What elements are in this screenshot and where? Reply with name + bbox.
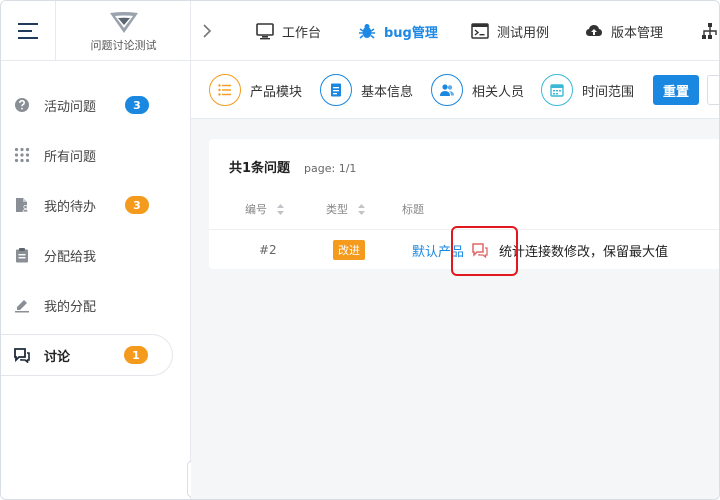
main-content: 产品模块 基本信息 相关人员 时间范围 重置 共1条问题 page: 1/1 编… (191, 61, 719, 499)
nav-bug-label: bug管理 (384, 25, 438, 41)
nav-workbench[interactable]: 工作台 (256, 1, 321, 61)
filter-time-range[interactable]: 时间范围 (541, 73, 634, 107)
page-indicator: page: 1/1 (304, 162, 357, 175)
column-label: 类型 (326, 203, 348, 216)
nav-version-label: 版本管理 (611, 25, 664, 41)
reset-button[interactable]: 重置 (653, 75, 699, 105)
clipboard-icon (13, 246, 31, 264)
chat-icon (472, 243, 488, 258)
sidebar-item-my-assignments[interactable]: 我的分配 (1, 284, 173, 326)
list-summary: 共1条问题 page: 1/1 (229, 157, 356, 176)
nav-test-cases-label: 测试用例 (497, 25, 550, 41)
filter-label: 产品模块 (250, 84, 303, 100)
filter-label: 时间范围 (582, 84, 635, 100)
people-icon (431, 74, 463, 106)
type-tag: 改进 (333, 240, 365, 260)
issue-product-cell: 默认产品 (412, 230, 464, 270)
terminal-icon (471, 23, 489, 39)
product-link[interactable]: 默认产品 (412, 241, 464, 260)
file-user-icon (13, 196, 31, 214)
nav-bug-management[interactable]: bug管理 (358, 1, 438, 61)
document-icon (320, 74, 352, 106)
nav-more[interactable] (701, 1, 719, 61)
filter-related-people[interactable]: 相关人员 (431, 73, 524, 107)
bug-icon (359, 24, 375, 39)
issue-type-cell: 改进 (333, 230, 365, 270)
sort-icon (358, 203, 365, 215)
issue-title-link[interactable]: 统计连接数修改，保留最大值 (499, 241, 668, 260)
monitor-icon (256, 23, 274, 40)
hamburger-icon (18, 23, 38, 39)
nav-scroll-button[interactable] (191, 1, 223, 61)
sitemap-icon (702, 23, 717, 39)
sidebar-item-label: 我的分配 (44, 299, 97, 315)
sidebar-item-label: 活动问题 (44, 99, 97, 115)
sidebar-item-assigned-to-me[interactable]: 分配给我 (1, 234, 173, 276)
filter-label: 基本信息 (361, 84, 414, 100)
nav-workbench-label: 工作台 (282, 25, 322, 41)
sidebar-item-active-issues[interactable]: 活动问题 3 (1, 84, 173, 126)
issue-id: #2 (259, 243, 277, 257)
issue-count: 共1条问题 (229, 161, 291, 176)
filter-product-module[interactable]: 产品模块 (209, 73, 302, 107)
more-options-button[interactable] (707, 75, 719, 105)
nav-version-management[interactable]: 版本管理 (585, 1, 663, 61)
edit-sign-icon (13, 296, 31, 314)
grid-dots-icon (13, 146, 31, 164)
discussion-icon-button[interactable] (472, 230, 488, 270)
chevron-right-icon (203, 24, 212, 38)
column-header-id[interactable]: 编号 (245, 201, 284, 217)
count-badge: 3 (125, 196, 149, 214)
menu-toggle-button[interactable] (1, 1, 56, 61)
filter-label: 相关人员 (472, 84, 525, 100)
issue-title-cell: 统计连接数修改，保留最大值 (499, 230, 668, 270)
sidebar-item-all-issues[interactable]: 所有问题 (1, 134, 173, 176)
column-label: 标题 (402, 203, 424, 216)
issue-list-card: 共1条问题 page: 1/1 编号 类型 标题 #2 改进 默认产品 统计连接… (209, 139, 719, 270)
column-header-type[interactable]: 类型 (326, 201, 365, 217)
top-header: 问题讨论测试 工作台 bug管理 测试用例 版本管理 (1, 1, 719, 61)
sidebar-item-label: 讨论 (44, 349, 71, 365)
sort-icon (277, 203, 284, 215)
logo-text: 问题讨论测试 (90, 39, 157, 52)
sidebar-item-my-todo[interactable]: 我的待办 3 (1, 184, 173, 226)
question-icon (13, 96, 31, 114)
sidebar: 活动问题 3 所有问题 我的待办 3 分配给我 我的分配 讨论 1 (1, 61, 191, 499)
table-row[interactable]: #2 改进 默认产品 统计连接数修改，保留最大值 (209, 229, 719, 270)
count-badge: 1 (124, 346, 148, 364)
sidebar-item-label: 所有问题 (44, 149, 97, 165)
nav-test-cases[interactable]: 测试用例 (471, 1, 549, 61)
sidebar-item-label: 分配给我 (44, 249, 97, 265)
count-badge: 3 (125, 96, 149, 114)
logo-icon (109, 12, 138, 33)
column-label: 编号 (245, 203, 267, 216)
sidebar-item-label: 我的待办 (44, 199, 97, 215)
app-logo[interactable]: 问题讨论测试 (57, 1, 191, 61)
list-icon (209, 74, 241, 106)
calendar-icon (541, 74, 573, 106)
app-window: 问题讨论测试 工作台 bug管理 测试用例 版本管理 活动问题 3 所有问题 我… (0, 0, 720, 500)
filter-basic-info[interactable]: 基本信息 (320, 73, 413, 107)
column-header-title: 标题 (402, 201, 424, 217)
filter-bar: 产品模块 基本信息 相关人员 时间范围 重置 (191, 61, 719, 119)
cloud-upload-icon (586, 25, 602, 36)
sidebar-item-discussion[interactable]: 讨论 1 (1, 334, 173, 376)
chat-icon (13, 346, 31, 364)
